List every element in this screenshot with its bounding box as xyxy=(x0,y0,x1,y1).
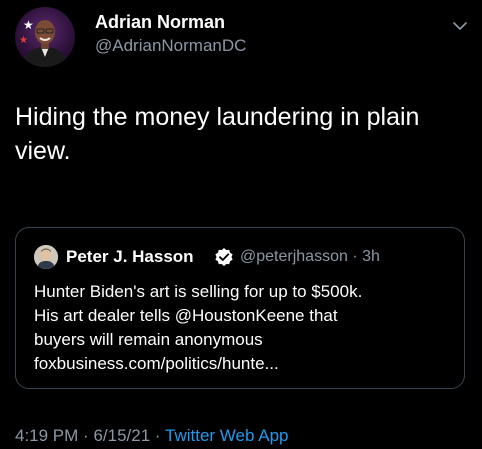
quoted-tweet-line: His art dealer tells @HoustonKeene that xyxy=(34,306,338,325)
svg-text:★: ★ xyxy=(19,35,28,46)
quoted-tweet-age[interactable]: 3h xyxy=(362,248,380,265)
tweet-time[interactable]: 4:19 PM xyxy=(15,426,78,445)
quoted-tweet-line: Hunter Biden's art is selling for up to … xyxy=(34,282,363,301)
chevron-down-icon[interactable] xyxy=(452,20,468,32)
quoted-author-avatar[interactable] xyxy=(34,245,58,269)
quoted-tweet-line: buyers will remain anonymous xyxy=(34,330,263,349)
tweet-text: Hiding the money laundering in plain vie… xyxy=(15,103,420,165)
quoted-tweet-link[interactable]: foxbusiness.com/politics/hunte... xyxy=(34,352,454,376)
separator: · xyxy=(154,426,161,445)
author-avatar[interactable]: ★ ★ xyxy=(15,7,75,67)
quoted-tweet[interactable]: Peter J. Hasson @peterjhasson · 3h Hunte… xyxy=(15,227,465,389)
tweet: ★ ★ Adrian Norman @AdrianNormanDC Hiding… xyxy=(0,0,482,449)
author-name[interactable]: Adrian Norman xyxy=(95,12,225,33)
quoted-author-handle[interactable]: @peterjhasson xyxy=(240,248,348,265)
quoted-author-name[interactable]: Peter J. Hasson xyxy=(66,247,194,267)
quoted-tweet-text: Hunter Biden's art is selling for up to … xyxy=(34,280,454,376)
author-handle[interactable]: @AdrianNormanDC xyxy=(95,36,246,56)
svg-text:★: ★ xyxy=(23,18,34,32)
tweet-date[interactable]: 6/15/21 xyxy=(93,426,150,445)
separator: · xyxy=(352,248,358,265)
tweet-source-app[interactable]: Twitter Web App xyxy=(165,426,288,445)
separator: · xyxy=(83,426,89,445)
verified-badge-icon xyxy=(215,248,233,266)
quoted-author-handle-time: @peterjhasson · 3h xyxy=(240,248,380,266)
tweet-meta: 4:19 PM · 6/15/21 · Twitter Web App xyxy=(15,426,288,446)
